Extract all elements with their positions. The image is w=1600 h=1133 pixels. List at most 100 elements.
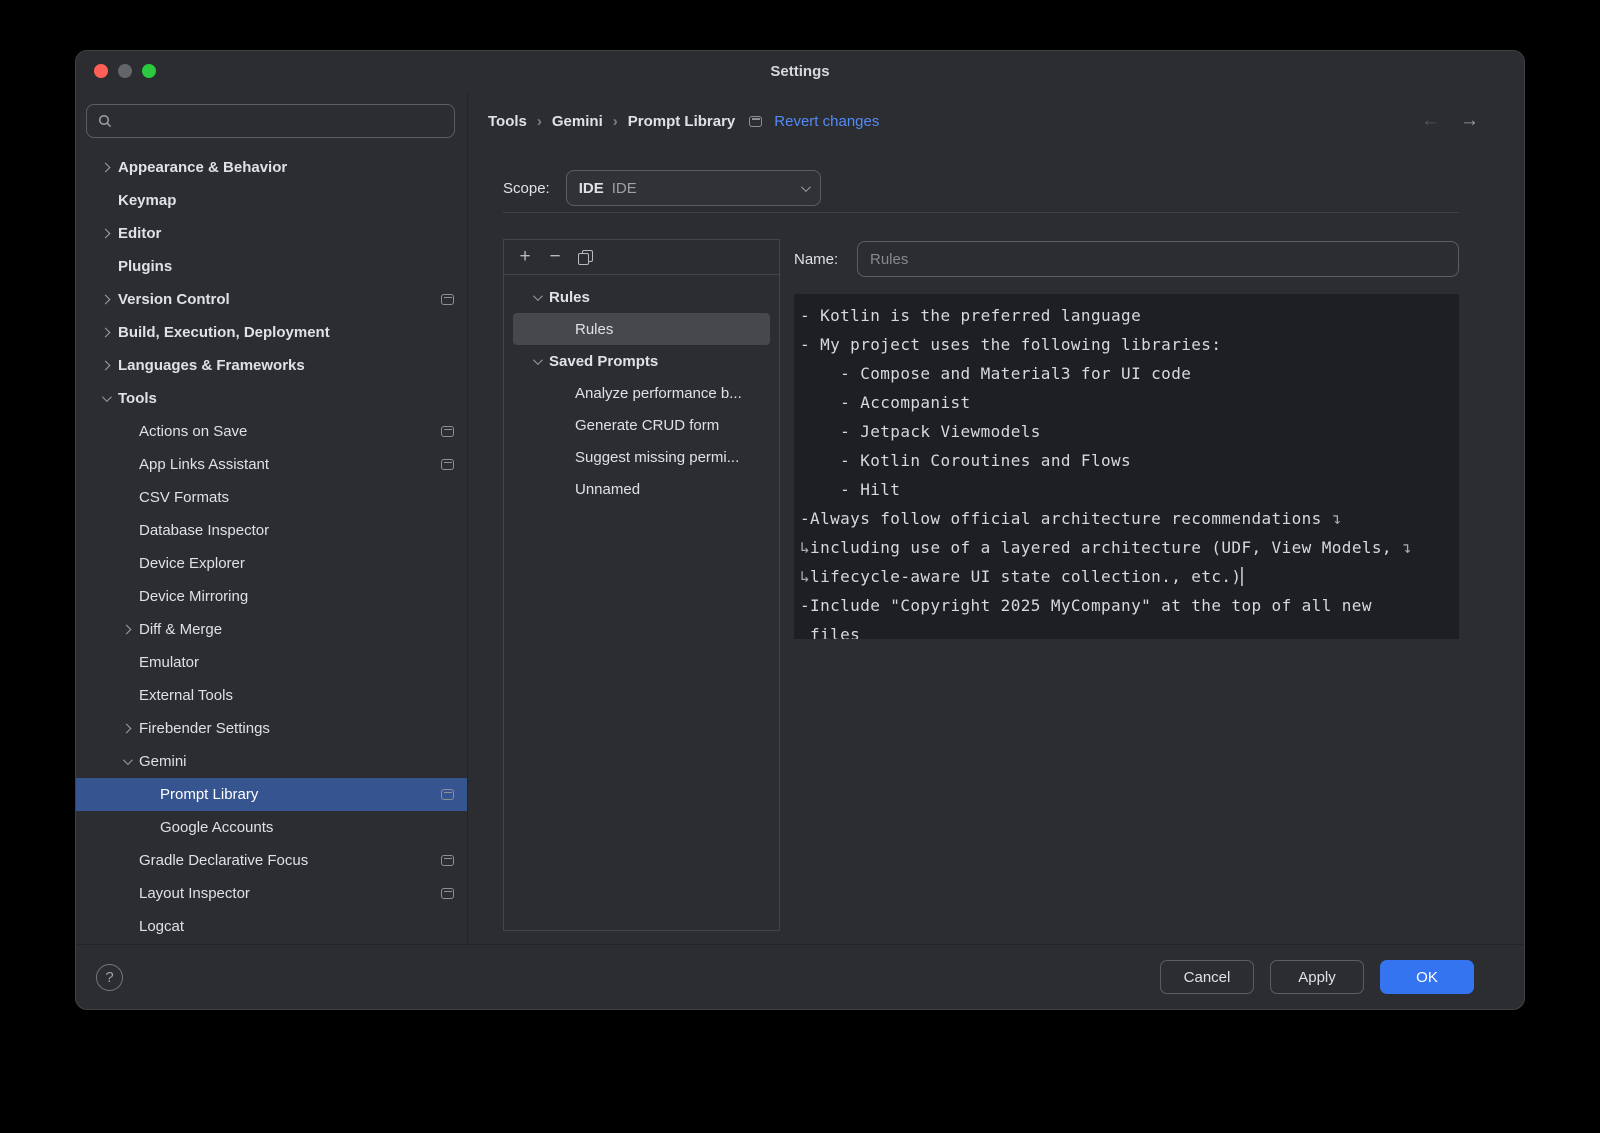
sidebar-item-actions-on-save[interactable]: Actions on Save [76, 415, 467, 448]
chevron-down-icon [122, 755, 132, 765]
sidebar-item-prompt-library[interactable]: Prompt Library [76, 778, 467, 811]
window-title: Settings [770, 63, 829, 80]
settings-search-input[interactable] [120, 113, 444, 130]
sidebar-item-logcat[interactable]: Logcat [76, 910, 467, 943]
chevron-down-icon [532, 355, 542, 365]
sidebar-item-device-mirroring[interactable]: Device Mirroring [76, 580, 467, 613]
breadcrumb-separator: › [613, 113, 618, 130]
editor-line: - Accompanist [800, 388, 1453, 417]
editor-line: - Jetpack Viewmodels [800, 417, 1453, 446]
traffic-lights [94, 51, 156, 91]
sidebar-item-languages-frameworks[interactable]: Languages & Frameworks [76, 349, 467, 382]
prompt-text-editor[interactable]: - Kotlin is the preferred language - My … [794, 294, 1459, 639]
prompt-item-generate-crud-form[interactable]: Generate CRUD form [513, 409, 770, 441]
sidebar-item-version-control[interactable]: Version Control [76, 283, 467, 316]
editor-line: ↳lifecycle-aware UI state collection., e… [800, 562, 1453, 591]
search-icon [97, 113, 113, 129]
ide-config-icon [441, 426, 454, 437]
close-window-button[interactable] [94, 64, 108, 78]
sidebar-item-gradle-declarative-focus[interactable]: Gradle Declarative Focus [76, 844, 467, 877]
breadcrumb: Tools › Gemini › Prompt Library Revert c… [488, 109, 1479, 133]
prompt-item-rules[interactable]: Rules [513, 313, 770, 345]
revert-changes-link[interactable]: Revert changes [774, 113, 879, 130]
chevron-right-icon [100, 295, 110, 305]
breadcrumb-separator: › [537, 113, 542, 130]
settings-tree: Appearance & Behavior Keymap Editor Plug… [76, 151, 467, 944]
prompt-tree: Rules Rules Saved Prompts Analyze perfor… [504, 275, 779, 505]
copy-icon [578, 250, 593, 265]
settings-content: Tools › Gemini › Prompt Library Revert c… [468, 91, 1524, 944]
ide-config-icon [441, 294, 454, 305]
sidebar-item-build-execution-deployment[interactable]: Build, Execution, Deployment [76, 316, 467, 349]
chevron-right-icon [100, 229, 110, 239]
minimize-window-button[interactable] [118, 64, 132, 78]
add-prompt-button[interactable]: + [512, 245, 538, 269]
editor-line: files [800, 620, 1453, 639]
chevron-right-icon [121, 724, 131, 734]
titlebar: Settings [76, 51, 1524, 91]
sidebar-item-layout-inspector[interactable]: Layout Inspector [76, 877, 467, 910]
cancel-button[interactable]: Cancel [1160, 960, 1254, 994]
modified-indicator-icon [749, 116, 762, 127]
editor-line: - Compose and Material3 for UI code [800, 359, 1453, 388]
editor-line: -Always follow official architecture rec… [800, 504, 1453, 533]
ide-config-icon [441, 888, 454, 899]
prompt-item-analyze-performance[interactable]: Analyze performance b... [513, 377, 770, 409]
settings-window: Settings Appearance & Behavior Keymap Ed… [75, 50, 1525, 1010]
dialog-footer: ? Cancel Apply OK [76, 944, 1524, 1009]
sidebar-item-keymap[interactable]: Keymap [76, 184, 467, 217]
prompt-list-panel: + − Rules Rules Saved Prompts Analyze pe… [503, 239, 780, 931]
editor-line: - Kotlin is the preferred language [800, 301, 1453, 330]
remove-prompt-button[interactable]: − [542, 245, 568, 269]
breadcrumb-tools[interactable]: Tools [488, 113, 527, 130]
prompt-group-saved-prompts[interactable]: Saved Prompts [504, 345, 779, 377]
scope-row: Scope: IDE IDE [503, 170, 1459, 206]
editor-line: - Kotlin Coroutines and Flows [800, 446, 1453, 475]
editor-line: ↳including use of a layered architecture… [800, 533, 1453, 562]
breadcrumb-gemini[interactable]: Gemini [552, 113, 603, 130]
sidebar-item-tools[interactable]: Tools [76, 382, 467, 415]
sidebar-item-device-explorer[interactable]: Device Explorer [76, 547, 467, 580]
help-button[interactable]: ? [96, 964, 123, 991]
dialog-buttons: Cancel Apply OK [1160, 960, 1474, 994]
ide-config-icon [441, 789, 454, 800]
scope-select[interactable]: IDE IDE [566, 170, 821, 206]
ok-button[interactable]: OK [1380, 960, 1474, 994]
forward-arrow-icon[interactable]: → [1460, 110, 1479, 132]
settings-search-box[interactable] [86, 104, 455, 138]
zoom-window-button[interactable] [142, 64, 156, 78]
settings-sidebar: Appearance & Behavior Keymap Editor Plug… [76, 91, 468, 944]
editor-line: - Hilt [800, 475, 1453, 504]
prompt-item-unnamed[interactable]: Unnamed [513, 473, 770, 505]
chevron-right-icon [100, 328, 110, 338]
sidebar-item-database-inspector[interactable]: Database Inspector [76, 514, 467, 547]
sidebar-item-firebender-settings[interactable]: Firebender Settings [76, 712, 467, 745]
sidebar-item-csv-formats[interactable]: CSV Formats [76, 481, 467, 514]
breadcrumb-prompt-library: Prompt Library [628, 113, 736, 130]
sidebar-item-google-accounts[interactable]: Google Accounts [76, 811, 467, 844]
chevron-right-icon [100, 163, 110, 173]
sidebar-item-emulator[interactable]: Emulator [76, 646, 467, 679]
copy-prompt-button[interactable] [572, 245, 598, 269]
scope-value: IDE [612, 180, 637, 197]
sidebar-item-app-links-assistant[interactable]: App Links Assistant [76, 448, 467, 481]
sidebar-item-plugins[interactable]: Plugins [76, 250, 467, 283]
sidebar-item-gemini[interactable]: Gemini [76, 745, 467, 778]
sidebar-item-diff-merge[interactable]: Diff & Merge [76, 613, 467, 646]
prompt-detail: Name: - Kotlin is the preferred language… [794, 239, 1459, 931]
prompt-item-suggest-missing-permissions[interactable]: Suggest missing permi... [513, 441, 770, 473]
editor-line: - My project uses the following librarie… [800, 330, 1453, 359]
sidebar-item-appearance-behavior[interactable]: Appearance & Behavior [76, 151, 467, 184]
sidebar-item-external-tools[interactable]: External Tools [76, 679, 467, 712]
chevron-right-icon [121, 625, 131, 635]
back-arrow-icon[interactable]: ← [1421, 110, 1440, 132]
sidebar-item-editor[interactable]: Editor [76, 217, 467, 250]
prompt-name-input[interactable] [857, 241, 1459, 277]
apply-button[interactable]: Apply [1270, 960, 1364, 994]
scope-tag: IDE [579, 180, 604, 197]
name-row: Name: [794, 241, 1459, 277]
scope-label: Scope: [503, 180, 550, 197]
chevron-down-icon [801, 182, 811, 192]
name-label: Name: [794, 251, 843, 268]
prompt-group-rules[interactable]: Rules [504, 281, 779, 313]
